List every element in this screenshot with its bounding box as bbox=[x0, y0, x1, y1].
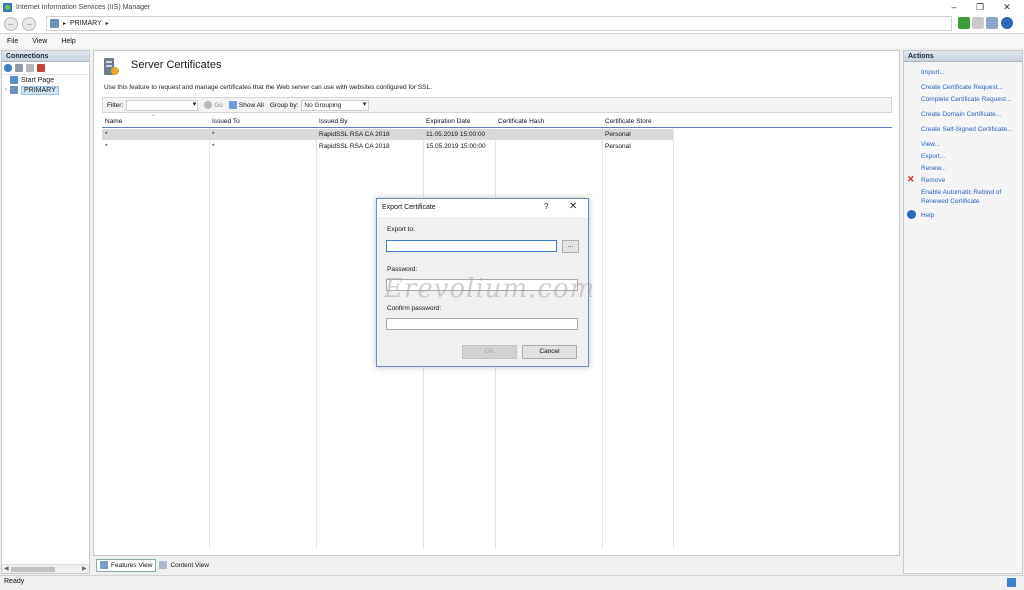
tree-item-label: Start Page bbox=[21, 76, 55, 84]
browse-button[interactable]: ... bbox=[562, 240, 579, 253]
actions-header: Actions bbox=[904, 51, 1022, 62]
tree-item-start-page[interactable]: Start Page bbox=[2, 75, 89, 85]
remove-icon: ✕ bbox=[907, 174, 915, 184]
up-icon[interactable] bbox=[26, 64, 34, 72]
action-create-domain[interactable]: Create Domain Certificate... bbox=[921, 110, 1001, 119]
title-bar: Internet Information Services (IIS) Mana… bbox=[0, 0, 1024, 14]
cancel-button[interactable]: Cancel bbox=[522, 345, 577, 359]
menu-view[interactable]: View bbox=[25, 38, 54, 45]
status-bar: Ready bbox=[0, 575, 1024, 590]
network-status-icon bbox=[1007, 578, 1016, 587]
confirm-password-field[interactable] bbox=[386, 318, 578, 330]
action-complete-request[interactable]: Complete Certificate Request... bbox=[921, 95, 1011, 104]
sort-indicator-icon: ⌄ bbox=[151, 112, 157, 118]
iis-app-icon bbox=[3, 2, 12, 12]
refresh-icon[interactable] bbox=[958, 17, 970, 29]
dialog-title-bar: Export Certificate ? ✕ bbox=[377, 199, 588, 217]
confirm-password-label: Confirm password: bbox=[387, 305, 442, 312]
table-row[interactable]: * * RapidSSL RSA CA 2018 15.05.2019 15:0… bbox=[102, 141, 673, 152]
action-enable-rebind[interactable]: Enable Automatic Rebind of bbox=[921, 188, 1001, 197]
action-enable-rebind-line2[interactable]: Renewed Certificate bbox=[921, 197, 980, 206]
forward-button[interactable]: → bbox=[22, 17, 36, 31]
action-renew[interactable]: Renew... bbox=[921, 164, 946, 173]
action-view[interactable]: View... bbox=[921, 140, 940, 149]
menu-help[interactable]: Help bbox=[54, 38, 82, 45]
filter-toolbar: Filter: Go Show All Group by: No Groupin… bbox=[102, 97, 892, 113]
restore-button[interactable]: ❐ bbox=[966, 0, 994, 14]
group-by-select[interactable]: No Grouping bbox=[301, 99, 370, 111]
features-view-icon bbox=[100, 561, 108, 569]
help-icon[interactable] bbox=[1001, 17, 1013, 29]
go-icon bbox=[204, 101, 213, 109]
column-header-expiration[interactable]: Expiration Date bbox=[423, 115, 470, 128]
show-all-button[interactable]: Show All bbox=[228, 101, 264, 109]
status-text: Ready bbox=[4, 578, 25, 585]
tree-item-primary[interactable]: › PRIMARY bbox=[2, 85, 89, 95]
home-icon[interactable] bbox=[986, 17, 998, 29]
dialog-close-icon[interactable]: ✕ bbox=[569, 201, 577, 212]
view-tabs: Features View Content View bbox=[96, 558, 212, 572]
breadcrumb-separator-icon: ▸ bbox=[63, 21, 67, 27]
server-certificates-icon bbox=[104, 58, 119, 75]
tree-item-label: PRIMARY bbox=[21, 85, 59, 95]
minimize-button[interactable]: – bbox=[940, 0, 968, 14]
action-create-request[interactable]: Create Certificate Request... bbox=[921, 83, 1003, 92]
scroll-left-icon[interactable]: ◀ bbox=[4, 565, 9, 574]
scroll-thumb[interactable] bbox=[11, 567, 55, 572]
action-help[interactable]: Help bbox=[921, 211, 934, 220]
export-to-label: Export to: bbox=[387, 226, 415, 233]
column-header-name[interactable]: Name bbox=[102, 115, 122, 128]
filter-input[interactable] bbox=[126, 99, 199, 111]
server-node-icon bbox=[50, 19, 59, 28]
column-header-hash[interactable]: Certificate Hash bbox=[495, 115, 544, 128]
column-header-issued-by[interactable]: Issued By bbox=[316, 115, 348, 128]
breadcrumb-primary[interactable]: PRIMARY bbox=[70, 20, 102, 27]
grid-header: Name ⌄ Issued To Issued By Expiration Da… bbox=[102, 112, 892, 128]
connections-toolbar bbox=[2, 62, 89, 75]
action-remove[interactable]: Remove bbox=[921, 176, 945, 185]
password-label: Password: bbox=[387, 266, 418, 273]
dialog-help-icon[interactable]: ? bbox=[544, 202, 548, 211]
menu-file[interactable]: File bbox=[0, 38, 25, 45]
disconnect-icon[interactable] bbox=[37, 64, 45, 72]
go-button[interactable]: Go bbox=[204, 101, 223, 109]
show-all-icon bbox=[228, 101, 237, 109]
tab-features-view[interactable]: Features View bbox=[96, 558, 157, 572]
menu-bar: File View Help bbox=[0, 34, 1024, 48]
ok-button[interactable]: OK bbox=[462, 345, 517, 359]
action-import[interactable]: Import... bbox=[921, 68, 945, 77]
breadcrumb-separator-icon: ▸ bbox=[105, 21, 109, 27]
server-icon bbox=[10, 86, 18, 94]
save-icon[interactable] bbox=[15, 64, 23, 72]
action-create-self-signed[interactable]: Create Self-Signed Certificate... bbox=[921, 125, 1012, 134]
connections-pane: Connections Start Page › PRIMARY ◀ ▶ bbox=[1, 50, 90, 574]
help-icon bbox=[907, 210, 916, 219]
address-field[interactable]: ▸ PRIMARY ▸ bbox=[46, 16, 952, 31]
tab-content-view[interactable]: Content View bbox=[156, 559, 212, 572]
expand-chevron-icon[interactable]: › bbox=[2, 87, 10, 93]
connect-icon[interactable] bbox=[4, 64, 12, 72]
dialog-title: Export Certificate bbox=[382, 204, 436, 211]
start-page-icon bbox=[10, 76, 18, 84]
page-description: Use this feature to request and manage c… bbox=[104, 84, 432, 91]
close-button[interactable]: ✕ bbox=[993, 0, 1021, 14]
address-bar: ← → ▸ PRIMARY ▸ bbox=[0, 14, 1024, 34]
page-title: Server Certificates bbox=[131, 59, 222, 71]
actions-pane: Actions Import... Create Certificate Req… bbox=[903, 50, 1023, 574]
connections-header: Connections bbox=[2, 51, 89, 62]
stop-icon[interactable] bbox=[972, 17, 984, 29]
watermark-text: Erevolium.com bbox=[384, 274, 596, 304]
column-header-store[interactable]: Certificate Store bbox=[602, 115, 652, 128]
scroll-right-icon[interactable]: ▶ bbox=[82, 565, 87, 574]
table-row[interactable]: * * RapidSSL RSA CA 2018 11.05.2019 15:0… bbox=[102, 129, 673, 140]
column-header-issued-to[interactable]: Issued To bbox=[209, 115, 240, 128]
export-to-input[interactable] bbox=[386, 240, 557, 252]
content-view-icon bbox=[159, 561, 168, 569]
action-export[interactable]: Export... bbox=[921, 152, 945, 161]
connections-scrollbar[interactable]: ◀ ▶ bbox=[2, 564, 89, 573]
window-title: Internet Information Services (IIS) Mana… bbox=[16, 3, 151, 11]
filter-label: Filter: bbox=[107, 101, 124, 109]
group-by-label: Group by: bbox=[269, 101, 299, 109]
back-button[interactable]: ← bbox=[4, 17, 18, 31]
